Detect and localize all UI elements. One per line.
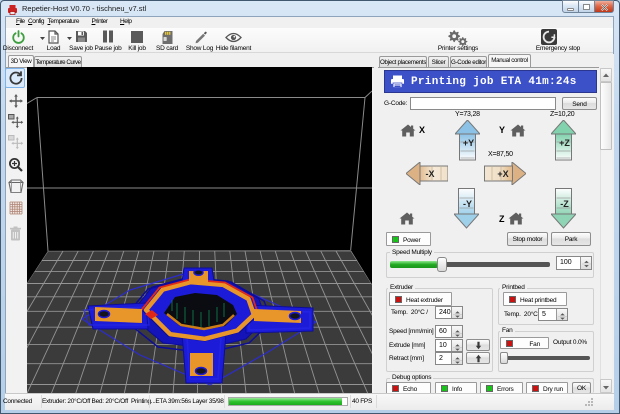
svg-text:+X: +X: [497, 169, 508, 179]
svg-text:-X: -X: [426, 169, 435, 179]
svg-text:+Y: +Y: [463, 138, 474, 148]
svg-text:+Z: +Z: [559, 138, 570, 148]
svg-text:-Y: -Y: [463, 199, 472, 209]
svg-text:-Z: -Z: [560, 199, 569, 209]
